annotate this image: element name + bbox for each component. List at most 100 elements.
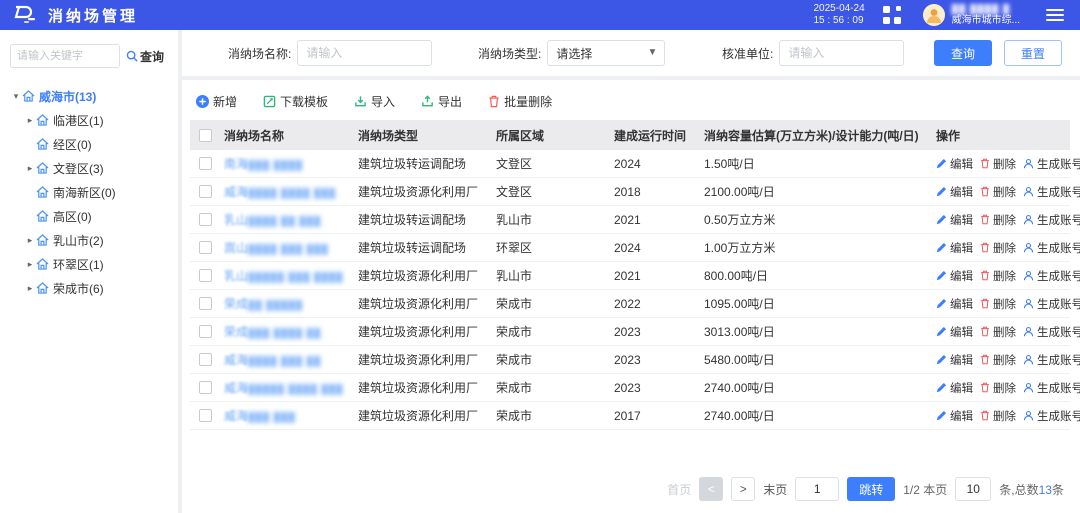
tree-node[interactable]: ▸临港区(1) [10,108,168,132]
tree-caret-icon[interactable]: ▸ [24,115,36,126]
home-icon [36,114,49,126]
site-capacity-cell: 1095.00吨/日 [700,295,932,312]
next-page-button[interactable]: > [731,477,755,501]
site-capacity-cell: 1.50吨/日 [700,155,932,172]
user-info[interactable]: ██ ████ █ 威海市城市综... [952,3,1020,27]
edit-button[interactable]: 编辑 [936,156,973,172]
delete-button[interactable]: 删除 [980,296,1016,312]
site-name-input[interactable] [297,40,432,66]
edit-button[interactable]: 编辑 [936,296,973,312]
sidebar-search-button[interactable]: 查询 [126,48,164,65]
site-name-link[interactable]: 嵩山████ ███ ███ [224,241,329,255]
site-name-link[interactable]: 威海████ ████ ███ [224,185,336,199]
generate-account-button[interactable]: 生成账号 [1023,408,1080,424]
generate-account-button[interactable]: 生成账号 [1023,212,1080,228]
page-size-input[interactable] [955,477,991,501]
page-number-input[interactable] [795,477,839,501]
tree-caret-icon[interactable]: ▾ [10,91,22,102]
prev-page-button[interactable]: < [699,477,723,501]
row-checkbox[interactable] [199,297,212,310]
generate-account-button[interactable]: 生成账号 [1023,324,1080,340]
site-name-link[interactable]: 乳山████ ██ ███ [224,213,321,227]
delete-button[interactable]: 删除 [980,408,1016,424]
tree-node[interactable]: ▸文登区(3) [10,156,168,180]
generate-account-button[interactable]: 生成账号 [1023,380,1080,396]
tree-node[interactable]: ▾威海市(13) [10,84,168,108]
first-page-button[interactable]: 首页 [667,481,691,498]
delete-button[interactable]: 删除 [980,212,1016,228]
edit-button[interactable]: 编辑 [936,240,973,256]
edit-button[interactable]: 编辑 [936,268,973,284]
edit-button[interactable]: 编辑 [936,324,973,340]
tree-caret-icon[interactable]: ▸ [24,283,36,294]
import-button[interactable]: 导入 [354,93,395,110]
tree-node[interactable]: ▸环翠区(1) [10,252,168,276]
generate-account-button[interactable]: 生成账号 [1023,240,1080,256]
delete-button[interactable]: 删除 [980,380,1016,396]
generate-account-button[interactable]: 生成账号 [1023,352,1080,368]
col-capacity: 消纳容量估算(万立方米)/设计能力(吨/日) [700,127,932,144]
site-capacity-cell: 2100.00吨/日 [700,183,932,200]
tree-caret-icon[interactable]: ▸ [24,163,36,174]
row-checkbox[interactable] [199,241,212,254]
row-checkbox[interactable] [199,157,212,170]
row-checkbox[interactable] [199,409,212,422]
reset-button[interactable]: 重置 [1004,40,1062,66]
apps-grid-icon[interactable] [883,6,901,24]
tree-node[interactable]: 南海新区(0) [10,180,168,204]
edit-button[interactable]: 编辑 [936,212,973,228]
approval-unit-input[interactable] [779,40,904,66]
site-type-select[interactable]: 请选择 ▼ [547,40,665,66]
delete-icon [980,326,990,337]
tree-node[interactable]: 高区(0) [10,204,168,228]
batch-delete-button[interactable]: 批量删除 [488,93,552,110]
header-datetime: 2025-04-24 15 : 56 : 09 [814,3,865,27]
tree-caret-icon[interactable]: ▸ [24,259,36,270]
last-page-button[interactable]: 末页 [763,481,787,498]
tree-caret-icon[interactable]: ▸ [24,235,36,246]
jump-button[interactable]: 跳转 [847,477,895,501]
filter-type-label: 消纳场类型: [478,45,541,62]
row-checkbox[interactable] [199,353,212,366]
edit-button[interactable]: 编辑 [936,380,973,396]
row-checkbox[interactable] [199,381,212,394]
edit-button[interactable]: 编辑 [936,352,973,368]
site-name-link[interactable]: 荣成███ ████ ██ [224,325,321,339]
select-all-checkbox[interactable] [199,129,212,142]
site-name-link[interactable]: 乳山█████ ███ ████ [224,269,344,283]
edit-icon [936,158,947,169]
delete-button[interactable]: 删除 [980,268,1016,284]
delete-button[interactable]: 删除 [980,352,1016,368]
query-button[interactable]: 查询 [934,40,992,66]
tree-node[interactable]: ▸荣成市(6) [10,276,168,300]
account-icon [1023,326,1034,337]
edit-button[interactable]: 编辑 [936,184,973,200]
delete-button[interactable]: 删除 [980,156,1016,172]
delete-button[interactable]: 删除 [980,240,1016,256]
tree-node-label: 经区(0) [53,136,92,153]
site-name-link[interactable]: 南海███ ████ [224,157,303,171]
generate-account-button[interactable]: 生成账号 [1023,184,1080,200]
delete-button[interactable]: 删除 [980,324,1016,340]
menu-icon[interactable] [1046,9,1064,21]
site-name-link[interactable]: 威海█████ ████ ███ [224,381,344,395]
row-checkbox[interactable] [199,325,212,338]
export-button[interactable]: 导出 [421,93,462,110]
tree-node[interactable]: ▸乳山市(2) [10,228,168,252]
site-name-link[interactable]: 荣成██ █████ [224,297,303,311]
generate-account-button[interactable]: 生成账号 [1023,268,1080,284]
generate-account-button[interactable]: 生成账号 [1023,156,1080,172]
site-name-link[interactable]: 威海████ ███ ██ [224,353,321,367]
edit-button[interactable]: 编辑 [936,408,973,424]
add-button[interactable]: 新增 [196,93,237,110]
tree-node[interactable]: 经区(0) [10,132,168,156]
avatar[interactable] [923,4,945,26]
row-checkbox[interactable] [199,185,212,198]
row-checkbox[interactable] [199,269,212,282]
row-checkbox[interactable] [199,213,212,226]
site-name-link[interactable]: 威海███ ███ [224,409,296,423]
download-template-button[interactable]: 下载模板 [263,93,328,110]
delete-button[interactable]: 删除 [980,184,1016,200]
generate-account-button[interactable]: 生成账号 [1023,296,1080,312]
sidebar-search-input[interactable] [10,44,120,68]
